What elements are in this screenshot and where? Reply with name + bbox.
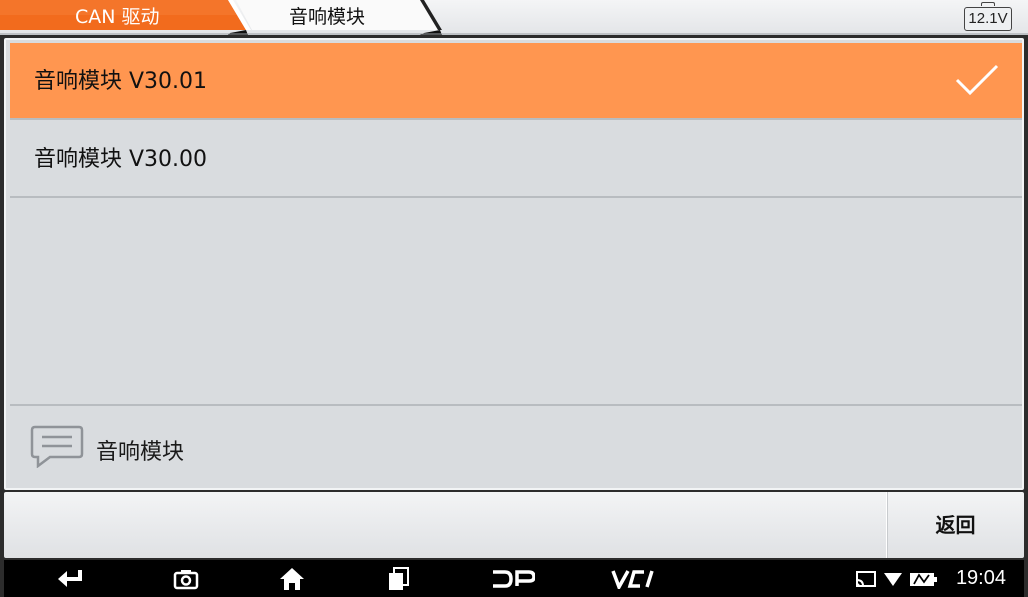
- dp-icon: [493, 569, 535, 588]
- cast-icon: [856, 571, 876, 587]
- list-item-label: 音响模块 V30.00: [34, 147, 208, 172]
- back-arrow-icon: [58, 569, 82, 587]
- nav-vci-button[interactable]: [606, 560, 662, 597]
- nav-recent-apps-button[interactable]: [376, 560, 420, 597]
- breadcrumb-item-can-driver[interactable]: CAN 驱动: [75, 0, 160, 35]
- wifi-icon: [884, 573, 902, 586]
- list-item-selected[interactable]: 音响模块 V30.01: [10, 43, 1022, 120]
- battery-cap: [981, 2, 995, 6]
- clock: 19:04: [955, 567, 1006, 589]
- version-list-panel: 音响模块 V30.01 音响模块 V30.00 音响模块: [4, 38, 1024, 490]
- nav-dp-button[interactable]: [488, 560, 538, 597]
- list-item[interactable]: 音响模块 V30.00: [10, 121, 1022, 198]
- system-navigation-bar: 19:04: [4, 560, 1024, 597]
- list-item-label: 音响模块 V30.01: [34, 69, 208, 94]
- nav-back-button[interactable]: [48, 560, 92, 597]
- breadcrumb-item-audio-module[interactable]: 音响模块: [289, 0, 365, 35]
- camera-icon: [173, 569, 199, 589]
- message-text: 音响模块: [96, 440, 185, 465]
- home-icon: [280, 567, 304, 590]
- checkmark-icon: [955, 64, 999, 96]
- chat-bubble-icon: [30, 425, 84, 468]
- breadcrumb: CAN 驱动 音响模块 12.1V: [0, 0, 1028, 35]
- battery-voltage-text: 12.1V: [964, 7, 1012, 31]
- bottom-toolbar: 返回: [4, 492, 1024, 558]
- nav-screenshot-button[interactable]: [164, 560, 208, 597]
- nav-home-button[interactable]: [270, 560, 314, 597]
- status-icons: [856, 571, 937, 587]
- battery-status-icon: [910, 573, 937, 586]
- vci-icon: [611, 569, 654, 589]
- recent-apps-icon: [389, 566, 409, 590]
- back-button[interactable]: 返回: [886, 492, 1024, 558]
- battery-voltage-indicator: 12.1V: [964, 2, 1012, 32]
- app-window: CAN 驱动 音响模块 12.1V 音响模块 V30.01 音响模块 V30.0…: [0, 0, 1028, 597]
- message-divider: [10, 404, 1022, 406]
